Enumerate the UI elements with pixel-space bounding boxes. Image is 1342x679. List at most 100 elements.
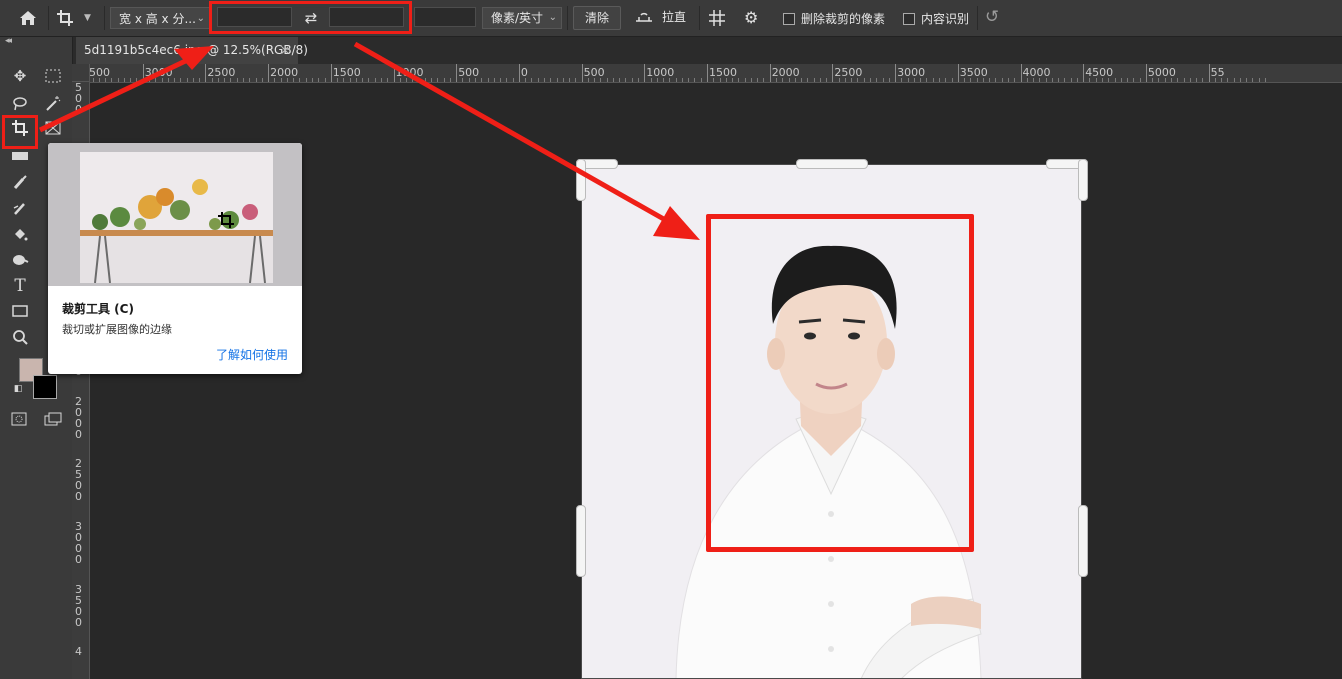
resolution-field[interactable] (414, 7, 476, 27)
ruler-minor-tick (1076, 78, 1078, 82)
ruler-minor-tick (1252, 78, 1254, 82)
ruler-label: 500 (458, 66, 480, 79)
ruler-corner[interactable] (72, 64, 90, 82)
zoom-tool-icon[interactable] (7, 325, 33, 349)
ruler-minor-tick (1189, 78, 1191, 82)
separator (48, 6, 49, 30)
ruler-minor-tick (136, 78, 138, 82)
ruler-label: 2000 (771, 66, 800, 79)
ruler-minor-tick (819, 78, 821, 82)
ruler-minor-tick (1001, 78, 1003, 82)
ruler-minor-tick (1114, 78, 1116, 82)
ruler-label: 3000 (75, 519, 82, 566)
ruler-minor-tick (738, 78, 740, 82)
ruler-minor-tick (569, 78, 571, 82)
ratio-dropdown[interactable]: 宽 x 高 x 分... ⌄ (110, 7, 210, 29)
ruler-minor-tick (1202, 78, 1204, 82)
straighten-label: 拉直 (662, 10, 687, 24)
unit-dropdown[interactable]: 像素/英寸 ⌄ (482, 7, 562, 29)
crop-handle-left[interactable] (576, 505, 586, 577)
marquee-tool-icon[interactable] (40, 64, 66, 88)
ruler-minor-tick (249, 78, 251, 82)
content-aware-checkbox[interactable]: 内容识别 (903, 10, 969, 27)
crop-handle-right[interactable] (1078, 505, 1088, 577)
ruler-minor-tick (606, 78, 608, 82)
checkbox-box[interactable] (783, 12, 795, 25)
brush-tool-icon[interactable] (7, 170, 33, 194)
ruler-minor-tick (562, 78, 564, 82)
ruler-minor-tick (117, 78, 119, 82)
quick-mask-icon[interactable] (6, 407, 32, 431)
grid-overlay-icon (709, 10, 725, 26)
home-button[interactable] (14, 6, 42, 30)
ruler-minor-tick (1139, 78, 1141, 82)
ruler-minor-tick (945, 78, 947, 82)
crop-tool-tooltip: 裁剪工具 (C) 裁切或扩展图像的边缘 了解如何使用 (48, 143, 302, 374)
default-colors-icon[interactable]: ◧ (12, 383, 24, 395)
grid-overlay-button[interactable] (707, 8, 727, 32)
ruler-minor-tick (1064, 78, 1066, 82)
ruler-minor-tick (882, 78, 884, 82)
ruler-minor-tick (1227, 78, 1229, 82)
horizontal-ruler[interactable]: 3500300025002000150010005000500100015002… (90, 64, 1342, 83)
gear-icon[interactable]: ⚙ (744, 8, 758, 27)
type-tool-icon[interactable]: T (7, 274, 33, 298)
magic-wand-tool-icon[interactable] (40, 91, 66, 115)
ruler-minor-tick (826, 78, 828, 82)
ruler-minor-tick (512, 78, 514, 82)
ruler-minor-tick (1014, 78, 1016, 82)
ruler-minor-tick (1246, 78, 1248, 82)
crop-handle-top-right-v[interactable] (1078, 159, 1088, 201)
ruler-minor-tick (449, 78, 451, 82)
screen-mode-icon[interactable] (40, 407, 66, 431)
crop-handle-top[interactable] (796, 159, 868, 169)
ruler-minor-tick (612, 78, 614, 82)
paint-bucket-tool-icon[interactable] (7, 222, 33, 246)
clear-button[interactable]: 清除 (573, 6, 621, 30)
frame-tool-icon[interactable] (40, 116, 66, 140)
document-tab[interactable]: 5d1191b5c4ec6.jpg @ 12.5%(RGB/8) × (76, 37, 308, 64)
delete-cropped-label: 删除裁剪的像素 (801, 12, 886, 26)
reset-icon[interactable]: ↺ (985, 7, 999, 27)
straighten-button[interactable]: 拉直 (634, 8, 686, 25)
ruler-minor-tick (870, 78, 872, 82)
ruler-minor-tick (130, 78, 132, 82)
learn-how-link[interactable]: 了解如何使用 (216, 346, 288, 363)
clone-stamp-tool-icon[interactable] (7, 196, 33, 220)
move-tool-icon[interactable]: ✥ (7, 64, 33, 88)
ruler-label: 3000 (144, 66, 173, 79)
ruler-tick (1208, 64, 1210, 82)
tool-preset-picker[interactable]: ▼ (56, 6, 100, 30)
ruler-tool-icon[interactable] (7, 144, 33, 168)
crop-handle-top-left-v[interactable] (576, 159, 586, 201)
ruler-minor-tick (424, 78, 426, 82)
ruler-minor-tick (180, 78, 182, 82)
ruler-minor-tick (1265, 78, 1267, 82)
rectangle-tool-icon[interactable] (7, 299, 33, 323)
ruler-label: 4000 (1022, 66, 1051, 79)
checkbox-box[interactable] (903, 12, 915, 25)
ruler-minor-tick (1183, 78, 1185, 82)
background-color-swatch[interactable] (33, 375, 57, 399)
ruler-minor-tick (431, 78, 433, 82)
ruler-label: 3500 (75, 582, 82, 629)
ruler-label: 55 (1210, 66, 1225, 79)
delete-cropped-pixels-checkbox[interactable]: 删除裁剪的像素 (783, 10, 885, 27)
ruler-tick (832, 64, 834, 82)
ruler-label: 1000 (646, 66, 675, 79)
ruler-label: 500 (583, 66, 605, 79)
close-icon[interactable]: × (280, 37, 290, 63)
collapse-panel-icon[interactable]: ◂◂ (5, 36, 12, 46)
document-tab-bar: 5d1191b5c4ec6.jpg @ 12.5%(RGB/8) × (73, 37, 1342, 64)
ruler-minor-tick (368, 78, 370, 82)
lasso-tool-icon[interactable] (7, 91, 33, 115)
dodge-tool-icon[interactable] (7, 248, 33, 272)
ruler-minor-tick (556, 78, 558, 82)
ruler-minor-tick (750, 78, 752, 82)
chevron-down-icon: ⌄ (196, 13, 205, 24)
tooltip-description: 裁切或扩展图像的边缘 (62, 323, 172, 336)
ruler-label: 1500 (709, 66, 737, 79)
options-bar: ▼ 宽 x 高 x 分... ⌄ ⇄ 像素/英寸 ⌄ 清除 拉直 ⚙ 删除裁剪的… (0, 0, 1342, 37)
ruler-minor-tick (1007, 78, 1009, 82)
ruler-minor-tick (631, 78, 633, 82)
